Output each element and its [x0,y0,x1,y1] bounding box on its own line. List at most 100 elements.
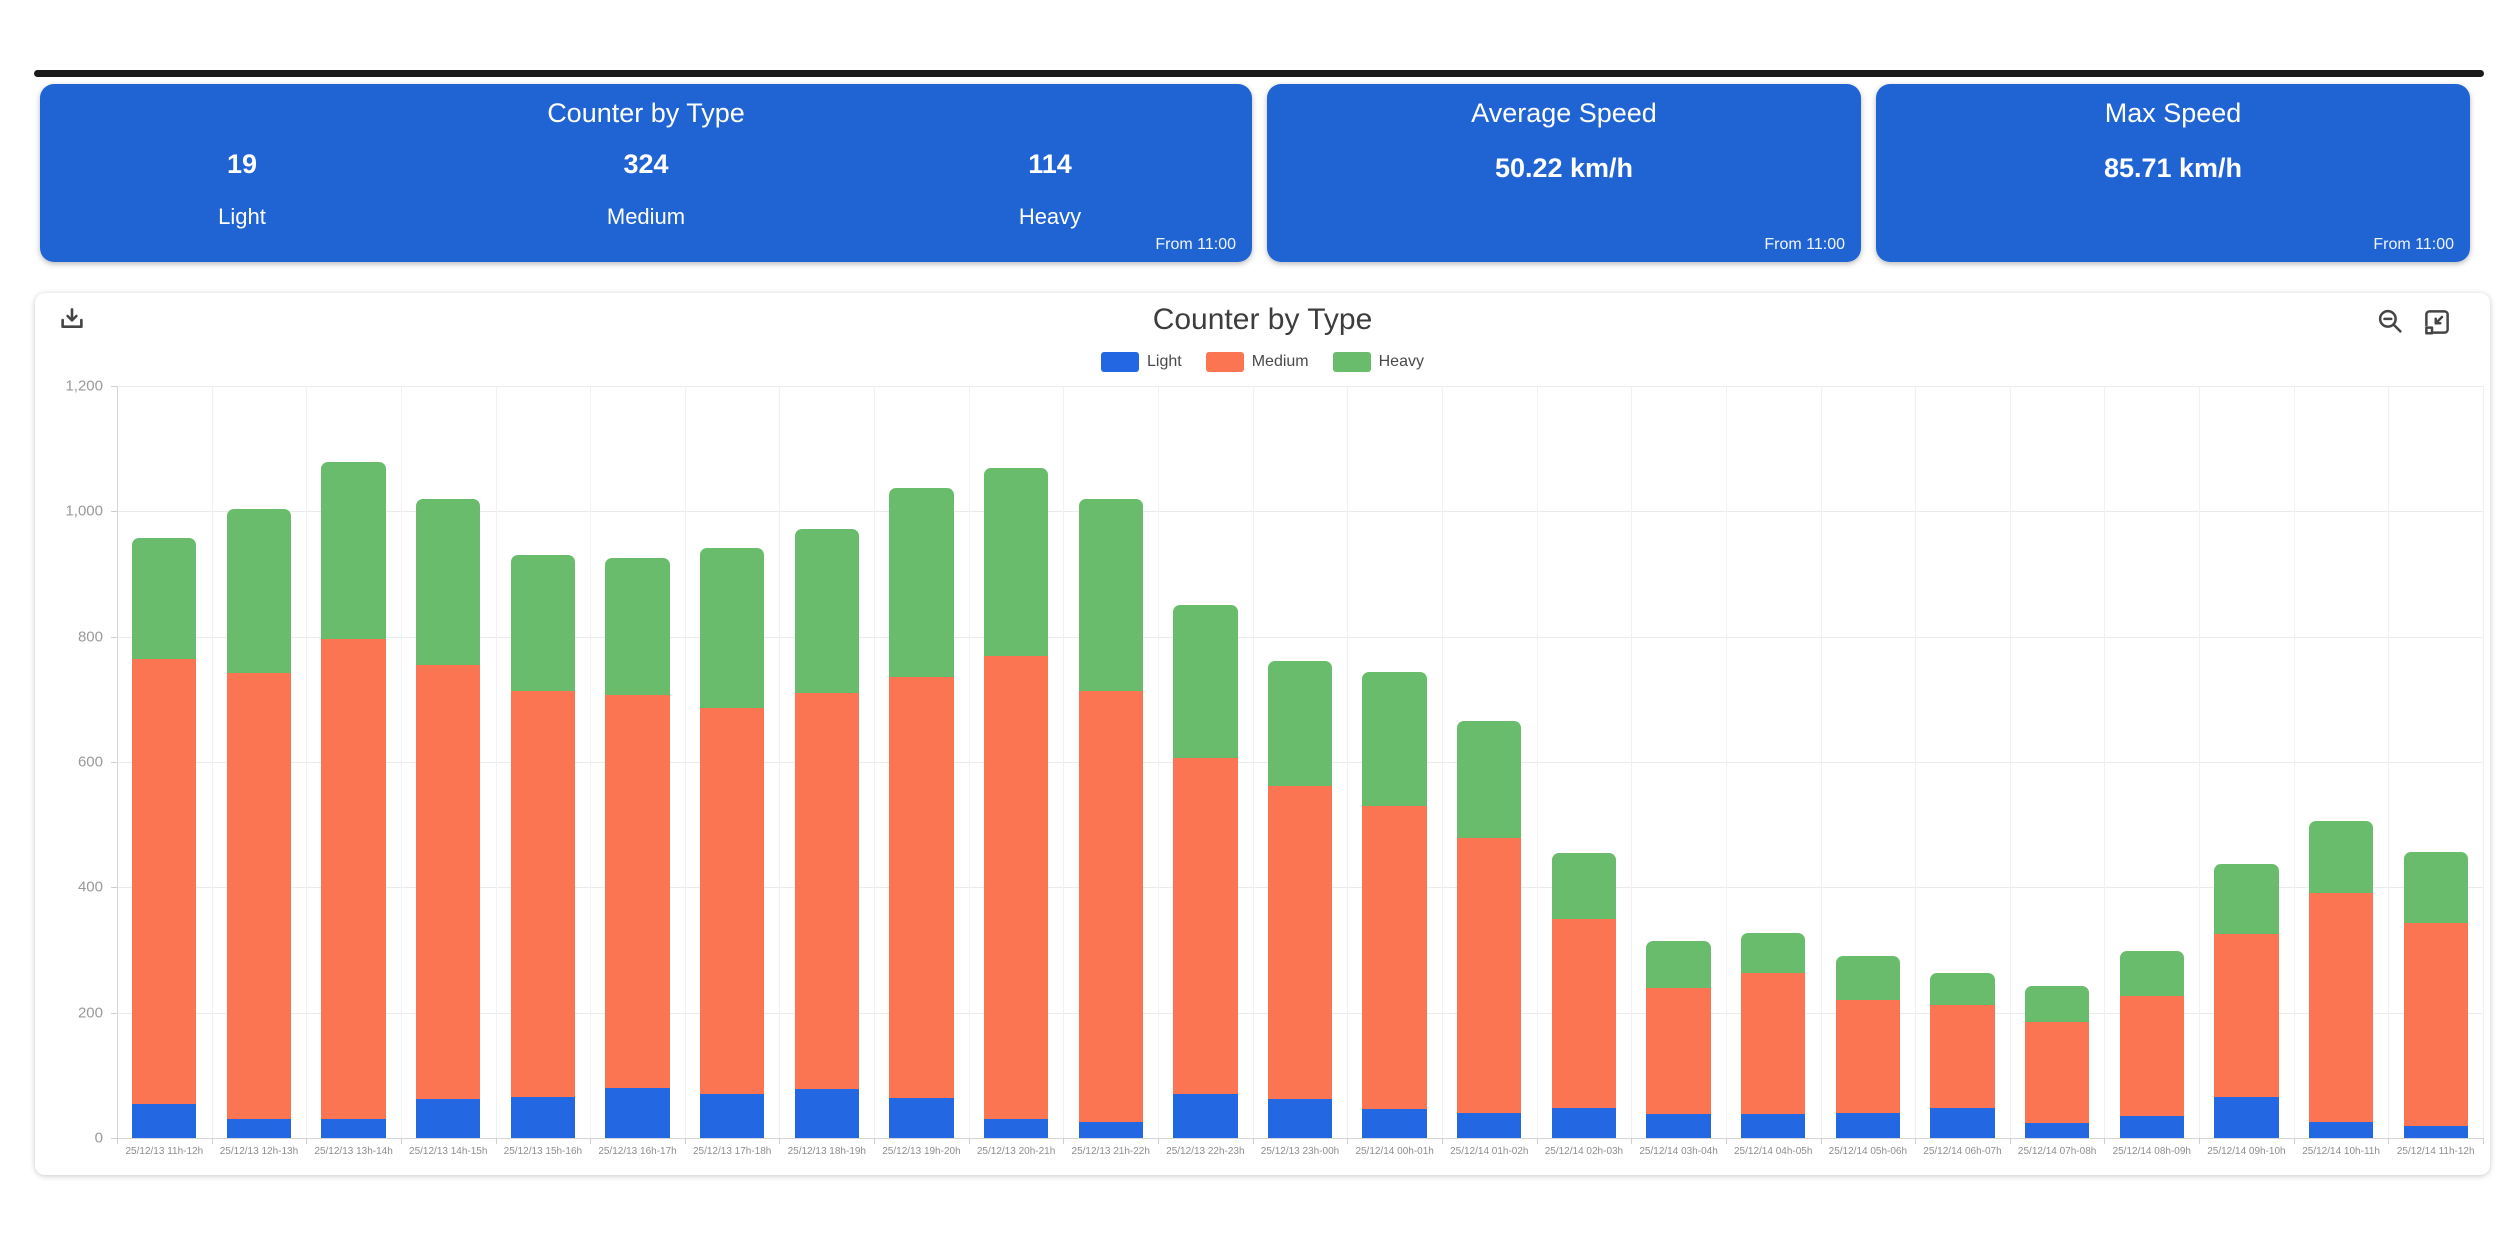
legend-item-light[interactable]: Light [1101,352,1182,372]
bar-segment-heavy[interactable] [2120,951,2184,996]
bar-segment-light[interactable] [1457,1113,1521,1138]
bar-segment-medium[interactable] [1362,806,1426,1109]
bar-stack[interactable] [605,558,669,1138]
bar-stack[interactable] [1836,956,1900,1138]
legend-item-heavy[interactable]: Heavy [1333,352,1424,372]
bar-segment-heavy[interactable] [2025,986,2089,1022]
bar-segment-heavy[interactable] [1268,661,1332,786]
bar-segment-light[interactable] [1079,1122,1143,1138]
bar-stack[interactable] [1552,853,1616,1138]
bar-segment-light[interactable] [132,1104,196,1139]
bar-segment-heavy[interactable] [1741,933,1805,973]
bar-stack[interactable] [1173,605,1237,1138]
bar-segment-heavy[interactable] [2404,852,2468,923]
bar-segment-light[interactable] [2120,1116,2184,1138]
bar-segment-heavy[interactable] [1173,605,1237,758]
bar-segment-light[interactable] [1836,1113,1900,1138]
bar-segment-medium[interactable] [2025,1022,2089,1124]
bar-segment-medium[interactable] [1836,1000,1900,1113]
bar-segment-heavy[interactable] [984,468,1048,656]
bar-segment-medium[interactable] [700,708,764,1093]
bar-segment-medium[interactable] [1268,786,1332,1099]
bar-stack[interactable] [1079,499,1143,1138]
bar-segment-light[interactable] [1646,1114,1710,1138]
bar-segment-medium[interactable] [984,656,1048,1120]
bar-stack[interactable] [1362,672,1426,1138]
bar-segment-light[interactable] [2309,1122,2373,1138]
bar-stack[interactable] [511,555,575,1138]
bar-segment-heavy[interactable] [227,509,291,673]
bar-segment-heavy[interactable] [605,558,669,695]
bar-stack[interactable] [227,509,291,1138]
bar-segment-medium[interactable] [321,639,385,1120]
collapse-icon[interactable] [2422,307,2452,337]
bar-stack[interactable] [132,538,196,1138]
bar-stack[interactable] [984,468,1048,1138]
bar-segment-heavy[interactable] [416,499,480,665]
bar-segment-medium[interactable] [2404,923,2468,1126]
bar-segment-medium[interactable] [227,673,291,1119]
bar-segment-light[interactable] [1362,1109,1426,1138]
bar-segment-medium[interactable] [132,659,196,1104]
bar-segment-medium[interactable] [2309,893,2373,1122]
bar-segment-light[interactable] [227,1119,291,1138]
bar-segment-medium[interactable] [2120,996,2184,1116]
bar-stack[interactable] [2025,986,2089,1138]
bar-segment-light[interactable] [984,1119,1048,1138]
bar-segment-heavy[interactable] [511,555,575,690]
bar-segment-heavy[interactable] [1836,956,1900,1000]
bar-stack[interactable] [889,488,953,1138]
bar-stack[interactable] [2120,951,2184,1138]
bar-segment-medium[interactable] [1930,1005,1994,1108]
bar-segment-heavy[interactable] [700,548,764,708]
bar-segment-light[interactable] [1930,1108,1994,1138]
bar-segment-light[interactable] [605,1088,669,1138]
bar-segment-light[interactable] [700,1094,764,1139]
bar-segment-light[interactable] [2214,1097,2278,1138]
bar-stack[interactable] [1646,941,1710,1138]
bar-segment-light[interactable] [511,1097,575,1138]
bar-stack[interactable] [795,529,859,1138]
bar-segment-medium[interactable] [1646,988,1710,1115]
bar-segment-light[interactable] [2404,1126,2468,1138]
bar-stack[interactable] [416,499,480,1138]
bar-segment-heavy[interactable] [1079,499,1143,691]
bar-segment-heavy[interactable] [1646,941,1710,987]
bar-segment-heavy[interactable] [1552,853,1616,918]
bar-segment-medium[interactable] [511,691,575,1097]
bar-stack[interactable] [700,548,764,1138]
bar-segment-heavy[interactable] [1930,973,1994,1006]
bar-segment-heavy[interactable] [795,529,859,693]
zoom-out-icon[interactable] [2376,307,2406,337]
bar-stack[interactable] [321,462,385,1138]
bar-segment-medium[interactable] [1079,691,1143,1122]
bar-segment-light[interactable] [321,1119,385,1138]
bar-segment-heavy[interactable] [2309,821,2373,893]
bar-segment-light[interactable] [1173,1094,1237,1138]
bar-segment-medium[interactable] [1173,758,1237,1095]
bar-segment-medium[interactable] [795,693,859,1089]
bar-stack[interactable] [1268,661,1332,1138]
bar-segment-light[interactable] [889,1098,953,1138]
bar-stack[interactable] [1457,721,1521,1138]
bar-segment-light[interactable] [1552,1108,1616,1138]
bar-segment-light[interactable] [1741,1114,1805,1138]
bar-stack[interactable] [2404,852,2468,1138]
bar-segment-heavy[interactable] [889,488,953,678]
bar-segment-medium[interactable] [416,665,480,1099]
bar-segment-light[interactable] [1268,1099,1332,1138]
bar-segment-heavy[interactable] [1362,672,1426,806]
bar-segment-heavy[interactable] [2214,864,2278,934]
bar-segment-medium[interactable] [1457,838,1521,1113]
bar-segment-medium[interactable] [1741,973,1805,1114]
bar-segment-heavy[interactable] [321,462,385,639]
bar-segment-medium[interactable] [2214,934,2278,1097]
bar-stack[interactable] [1930,973,1994,1138]
bar-segment-medium[interactable] [1552,919,1616,1108]
bar-stack[interactable] [1741,933,1805,1138]
bar-segment-light[interactable] [2025,1123,2089,1138]
bar-segment-heavy[interactable] [132,538,196,658]
bar-stack[interactable] [2309,821,2373,1138]
bar-stack[interactable] [2214,864,2278,1138]
bar-segment-medium[interactable] [889,677,953,1098]
